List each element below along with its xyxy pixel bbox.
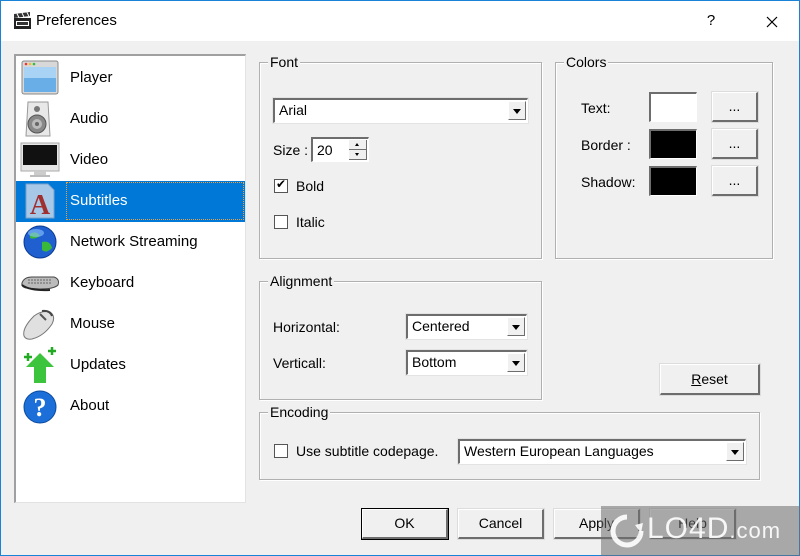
help-button[interactable]: ? bbox=[691, 1, 731, 41]
font-group-title: Font bbox=[268, 54, 301, 70]
font-size-stepper[interactable]: 20 bbox=[311, 137, 369, 162]
svg-text:A: A bbox=[30, 190, 51, 219]
svg-text:?: ? bbox=[34, 393, 47, 422]
update-arrow-icon bbox=[24, 347, 56, 383]
globe-icon bbox=[23, 225, 57, 259]
player-window-icon bbox=[21, 60, 59, 95]
mouse-icon bbox=[23, 309, 55, 340]
sidebar-item-label: Updates bbox=[70, 356, 126, 373]
text-color-swatch[interactable] bbox=[649, 92, 697, 122]
codepage-value: Western European Languages bbox=[464, 443, 654, 459]
sidebar-item-label: Keyboard bbox=[70, 274, 135, 291]
help-question-icon: ? bbox=[23, 390, 57, 424]
alignment-group: Alignment bbox=[259, 273, 542, 400]
border-color-label: Border : bbox=[581, 137, 631, 153]
sidebar-item-label: Video bbox=[70, 151, 109, 168]
sidebar-item-label: About bbox=[70, 397, 110, 414]
shadow-color-pick-button[interactable]: ... bbox=[711, 165, 759, 197]
encoding-group-title: Encoding bbox=[268, 404, 331, 420]
keyboard-icon bbox=[21, 276, 59, 292]
sidebar-item-keyboard[interactable]: Keyboard bbox=[16, 263, 245, 304]
sidebar-item-label: Network Streaming bbox=[70, 233, 198, 250]
text-color-label: Text: bbox=[581, 100, 611, 116]
sidebar-item-video[interactable]: Video bbox=[16, 140, 245, 181]
question-icon: ? bbox=[706, 12, 716, 29]
sidebar-item-subtitles[interactable]: A Subtitles bbox=[16, 181, 245, 222]
vertical-align-value: Bottom bbox=[412, 354, 457, 370]
watermark-logo-icon bbox=[610, 514, 644, 548]
chevron-down-icon[interactable] bbox=[507, 353, 525, 372]
cancel-button[interactable]: Cancel bbox=[457, 508, 545, 540]
horizontal-align-value: Centered bbox=[412, 318, 470, 334]
chevron-down-icon[interactable] bbox=[507, 317, 525, 336]
use-codepage-checkbox[interactable] bbox=[274, 444, 288, 458]
watermark-text: LO4D.com bbox=[647, 512, 782, 545]
sidebar-item-network-streaming[interactable]: Network Streaming bbox=[16, 222, 245, 263]
shadow-color-swatch[interactable] bbox=[649, 166, 697, 196]
font-name-select[interactable]: Arial bbox=[272, 97, 529, 124]
sidebar-item-about[interactable]: ? About bbox=[16, 386, 245, 427]
horizontal-label: Horizontal: bbox=[273, 319, 340, 335]
ok-button[interactable]: OK bbox=[361, 508, 449, 540]
spin-down-icon[interactable] bbox=[349, 150, 367, 160]
app-clapperboard-icon bbox=[14, 12, 31, 29]
codepage-select[interactable]: Western European Languages bbox=[457, 438, 747, 465]
size-label: Size : bbox=[273, 142, 309, 158]
vertical-align-select[interactable]: Bottom bbox=[405, 349, 528, 376]
category-list: Player Audio Video A Subtitles Network S… bbox=[14, 54, 246, 503]
font-name-value: Arial bbox=[279, 102, 308, 118]
vertical-label: Verticall: bbox=[273, 355, 326, 371]
subtitles-document-icon: A bbox=[25, 183, 55, 219]
border-color-pick-button[interactable]: ... bbox=[711, 128, 759, 160]
alignment-group-title: Alignment bbox=[268, 273, 335, 289]
text-color-pick-button[interactable]: ... bbox=[711, 91, 759, 123]
border-color-swatch[interactable] bbox=[649, 129, 697, 159]
italic-checkbox[interactable] bbox=[274, 215, 288, 229]
colors-group-title: Colors bbox=[564, 54, 609, 70]
sidebar-item-player[interactable]: Player bbox=[16, 58, 245, 99]
close-button[interactable] bbox=[749, 1, 795, 41]
font-size-value[interactable]: 20 bbox=[317, 142, 333, 158]
use-codepage-label: Use subtitle codepage. bbox=[296, 443, 439, 459]
sidebar-item-mouse[interactable]: Mouse bbox=[16, 304, 245, 345]
sidebar-item-audio[interactable]: Audio bbox=[16, 99, 245, 140]
horizontal-align-select[interactable]: Centered bbox=[405, 313, 528, 340]
sidebar-item-updates[interactable]: Updates bbox=[16, 345, 245, 386]
close-icon bbox=[766, 16, 778, 28]
window-title: Preferences bbox=[36, 12, 117, 29]
title-bar: Preferences ? bbox=[1, 1, 799, 41]
sidebar-item-label: Mouse bbox=[70, 315, 116, 332]
sidebar-item-label: Subtitles bbox=[70, 192, 128, 209]
spin-up-icon[interactable] bbox=[349, 140, 367, 150]
italic-label: Italic bbox=[296, 214, 325, 230]
bold-label: Bold bbox=[296, 178, 325, 194]
bold-checkbox[interactable] bbox=[274, 177, 288, 193]
chevron-down-icon[interactable] bbox=[726, 442, 744, 461]
preferences-dialog: Preferences ? Player Audio Video A Subti… bbox=[0, 0, 800, 556]
reset-button[interactable]: Reset bbox=[659, 363, 761, 396]
sidebar-item-label: Player bbox=[70, 69, 113, 86]
speaker-icon bbox=[25, 101, 51, 137]
sidebar-item-label: Audio bbox=[70, 110, 109, 127]
shadow-color-label: Shadow: bbox=[581, 174, 636, 190]
monitor-icon bbox=[20, 142, 60, 177]
chevron-down-icon[interactable] bbox=[508, 101, 526, 120]
